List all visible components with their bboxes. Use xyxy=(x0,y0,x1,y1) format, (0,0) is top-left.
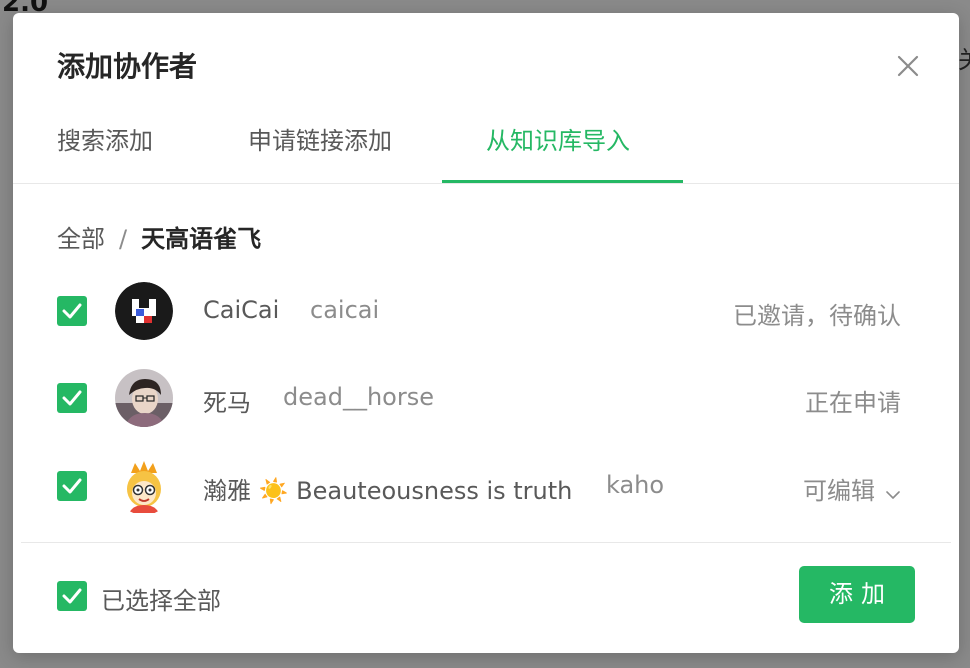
tabs-divider xyxy=(13,183,959,184)
member-name: CaiCai xyxy=(203,296,280,324)
member-checkbox[interactable] xyxy=(57,383,87,413)
member-row: CaiCai caicai 已邀请，待确认 xyxy=(13,273,959,349)
tab-import-from-knowledge-base[interactable]: 从知识库导入 xyxy=(486,121,630,156)
tab-invite-link-add[interactable]: 申请链接添加 xyxy=(248,121,392,156)
breadcrumb-separator: / xyxy=(119,225,128,253)
member-username: caicai xyxy=(310,296,380,324)
tab-bar: 搜索添加 申请链接添加 从知识库导入 xyxy=(13,111,959,184)
member-row: 死马 dead__horse 正在申请 xyxy=(13,360,959,436)
permission-select[interactable]: 可编辑 xyxy=(803,471,901,506)
caicai-logo-avatar xyxy=(115,282,173,340)
member-name: 死马 xyxy=(203,389,251,417)
member-row: 瀚雅 ☀️ Beauteousness is truth kaho 可编辑 xyxy=(13,448,959,524)
permission-select-value: 可编辑 xyxy=(803,477,875,505)
member-checkbox[interactable] xyxy=(57,296,87,326)
chevron-down-icon xyxy=(885,478,901,506)
member-status: 已邀请，待确认 xyxy=(733,302,901,330)
member-status: 正在申请 xyxy=(805,389,901,417)
tab-search-add[interactable]: 搜索添加 xyxy=(57,121,153,156)
close-icon[interactable] xyxy=(891,49,925,83)
breadcrumb: 全部 / 天高语雀飞 xyxy=(57,219,261,254)
footer-divider xyxy=(21,542,951,543)
person-photo-avatar xyxy=(115,369,173,427)
select-all-label: 已选择全部 xyxy=(101,587,221,615)
member-username: kaho xyxy=(606,471,665,499)
cartoon-avatar xyxy=(115,457,173,515)
member-checkbox[interactable] xyxy=(57,471,87,501)
dialog-title: 添加协作者 xyxy=(57,50,198,83)
background-edge-text: 关 xyxy=(958,40,970,75)
select-all-checkbox[interactable] xyxy=(57,581,87,611)
breadcrumb-root[interactable]: 全部 xyxy=(57,225,105,253)
member-name: 瀚雅 ☀️ Beauteousness is truth xyxy=(203,477,573,505)
member-username: dead__horse xyxy=(283,383,434,411)
breadcrumb-current: 天高语雀飞 xyxy=(141,225,262,253)
add-button[interactable]: 添加 xyxy=(799,566,915,623)
add-collaborator-dialog: 添加协作者 搜索添加 申请链接添加 从知识库导入 全部 / 天高语雀飞 CaiC… xyxy=(13,13,959,653)
